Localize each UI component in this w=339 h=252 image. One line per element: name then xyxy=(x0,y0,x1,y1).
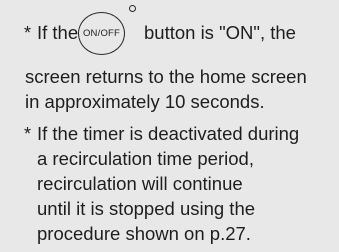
note-text: in approximately 10 seconds. xyxy=(25,91,265,112)
note-text: until it is stopped using the xyxy=(37,198,256,219)
note-text: recirculation will continue xyxy=(37,173,243,194)
bullet-star: * xyxy=(24,124,32,144)
note-text: If the timer is deactivated during xyxy=(37,123,300,144)
bullet-star: * xyxy=(24,23,32,43)
onoff-button-icon: ON/OFF xyxy=(78,12,125,55)
note-text: a recirculation time period, xyxy=(37,148,254,169)
note-text: button is "ON", the xyxy=(144,22,296,43)
onoff-button-label: ON/OFF xyxy=(82,27,121,39)
indicator-light-icon xyxy=(129,5,136,12)
note-text: If the xyxy=(37,22,79,43)
note-text: screen returns to the home screen xyxy=(25,66,307,87)
note-text: procedure shown on p.27. xyxy=(37,223,251,244)
